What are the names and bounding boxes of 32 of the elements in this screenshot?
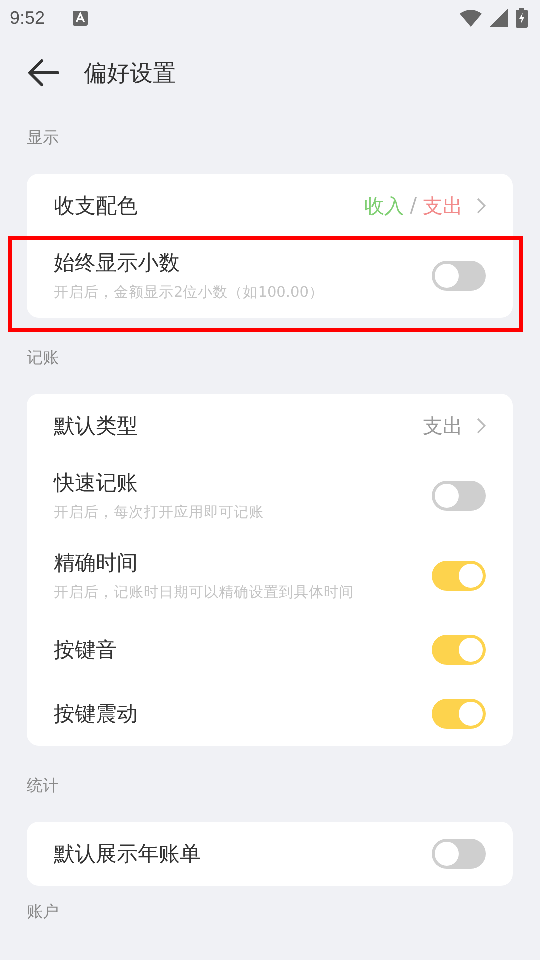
chevron-right-icon (477, 418, 486, 434)
toggle-switch[interactable] (432, 481, 486, 511)
section-title: 记账 (26, 347, 60, 368)
signal-icon (490, 9, 508, 27)
wifi-icon (460, 10, 482, 26)
setting-value[interactable]: 支出 (423, 412, 463, 440)
setting-label: 快速记账 (54, 470, 139, 497)
setting-description: 开启后，每次打开应用即可记账 (54, 504, 265, 523)
page-title: 偏好设置 (84, 60, 176, 88)
setting-label: 按键震动 (54, 701, 139, 728)
section-title: 显示 (26, 127, 60, 148)
setting-description: 开启后，金额显示2位小数（如100.00） (54, 284, 325, 303)
toggle-switch[interactable] (432, 839, 486, 869)
toggle-switch[interactable] (432, 635, 486, 665)
setting-description: 开启后，记账时日期可以精确设置到具体时间 (54, 584, 355, 603)
setting-label: 始终显示小数 (54, 250, 181, 277)
keyboard-icon (73, 10, 88, 26)
section-title: 账户 (26, 901, 60, 922)
status-time: 9:52 (10, 8, 46, 28)
setting-label: 精确时间 (54, 550, 139, 577)
toggle-switch[interactable] (432, 699, 486, 729)
toggle-switch[interactable] (432, 561, 486, 591)
section-title: 统计 (26, 775, 60, 796)
setting-label: 默认类型 (54, 413, 139, 440)
setting-label: 收支配色 (54, 193, 139, 220)
battery-icon (516, 8, 528, 28)
setting-label: 按键音 (54, 637, 118, 664)
toggle-switch[interactable] (432, 261, 486, 291)
chevron-right-icon (477, 198, 486, 214)
back-arrow-icon[interactable] (28, 59, 60, 87)
setting-label: 默认展示年账单 (54, 841, 202, 868)
setting-value[interactable]: 收入 / 支出 (364, 192, 463, 220)
